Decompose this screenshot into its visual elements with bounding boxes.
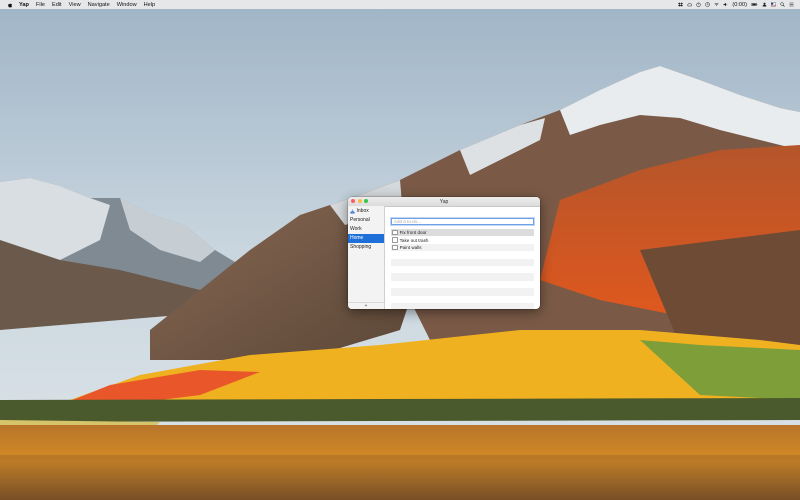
window-content: Inbox Personal Work Home Shopping + Fix … (348, 206, 540, 309)
todo-checkbox[interactable] (392, 244, 398, 251)
dropbox-icon[interactable] (678, 2, 684, 7)
todo-checkbox[interactable] (392, 229, 398, 236)
sidebar: Inbox Personal Work Home Shopping + (348, 206, 385, 309)
battery-icon[interactable] (751, 2, 758, 7)
window-title: Yap (439, 198, 449, 205)
flag-icon[interactable] (771, 2, 776, 7)
empty-row (391, 288, 534, 296)
user-icon[interactable] (762, 2, 767, 7)
battery-time[interactable]: (0:00) (732, 2, 747, 8)
window-controls (351, 199, 368, 203)
sidebar-item-shopping[interactable]: Shopping (348, 243, 384, 252)
wifi-icon[interactable] (714, 2, 720, 7)
todo-item[interactable]: Paint walls (391, 243, 534, 252)
inbox-icon (350, 209, 355, 214)
empty-row (391, 296, 534, 303)
empty-row (391, 266, 534, 273)
yap-window: Yap Inbox Personal Work Home Shopping + … (348, 197, 540, 309)
sidebar-item-personal[interactable]: Personal (348, 216, 384, 225)
minimize-button[interactable] (357, 199, 362, 203)
empty-row (391, 302, 534, 309)
todo-pane: Fix front door Take out trash Paint wall… (385, 206, 540, 309)
sidebar-item-home[interactable]: Home (348, 234, 384, 243)
todo-checkbox[interactable] (392, 237, 398, 243)
menu-edit[interactable]: Edit (52, 2, 62, 8)
sidebar-item-label: Personal (350, 217, 370, 223)
menu-app-name[interactable]: Yap (19, 2, 29, 8)
sidebar-item-label: Work (350, 226, 362, 232)
sidebar-item-work[interactable]: Work (348, 225, 384, 234)
todo-label: Fix front door (399, 230, 427, 236)
todo-item[interactable]: Take out trash (391, 236, 534, 243)
todo-item[interactable]: Fix front door (391, 229, 534, 237)
sidebar-item-inbox[interactable]: Inbox (348, 207, 384, 216)
sidebar-item-label: Inbox (356, 208, 369, 214)
menu-navigate[interactable]: Navigate (88, 2, 110, 8)
volume-icon[interactable] (723, 2, 728, 7)
menu-bar: Yap File Edit View Navigate Window Help … (0, 0, 800, 9)
todo-label: Paint walls (399, 244, 422, 250)
spotlight-icon[interactable] (780, 2, 785, 7)
empty-row (391, 273, 534, 281)
todo-label: Take out trash (399, 237, 429, 243)
sidebar-item-label: Shopping (350, 244, 372, 250)
menu-view[interactable]: View (69, 2, 81, 8)
zoom-button[interactable] (364, 199, 368, 203)
menu-window[interactable]: Window (117, 2, 137, 8)
todo-list: Fix front door Take out trash Paint wall… (391, 229, 534, 309)
notification-center-icon[interactable] (789, 2, 794, 7)
empty-row (391, 258, 534, 266)
empty-row (391, 251, 534, 258)
empty-row (391, 281, 534, 288)
add-list-button[interactable]: + (348, 302, 384, 309)
timer-icon[interactable] (696, 2, 702, 7)
menu-file[interactable]: File (36, 2, 45, 8)
close-button[interactable] (351, 199, 355, 203)
clock-icon[interactable] (705, 2, 711, 7)
add-todo-input[interactable] (391, 218, 534, 225)
cloud-icon[interactable] (687, 2, 693, 7)
menu-help[interactable]: Help (144, 2, 156, 8)
status-area: (0:00) (678, 2, 794, 8)
apple-icon[interactable] (7, 2, 13, 8)
sidebar-item-label: Home (350, 235, 364, 241)
